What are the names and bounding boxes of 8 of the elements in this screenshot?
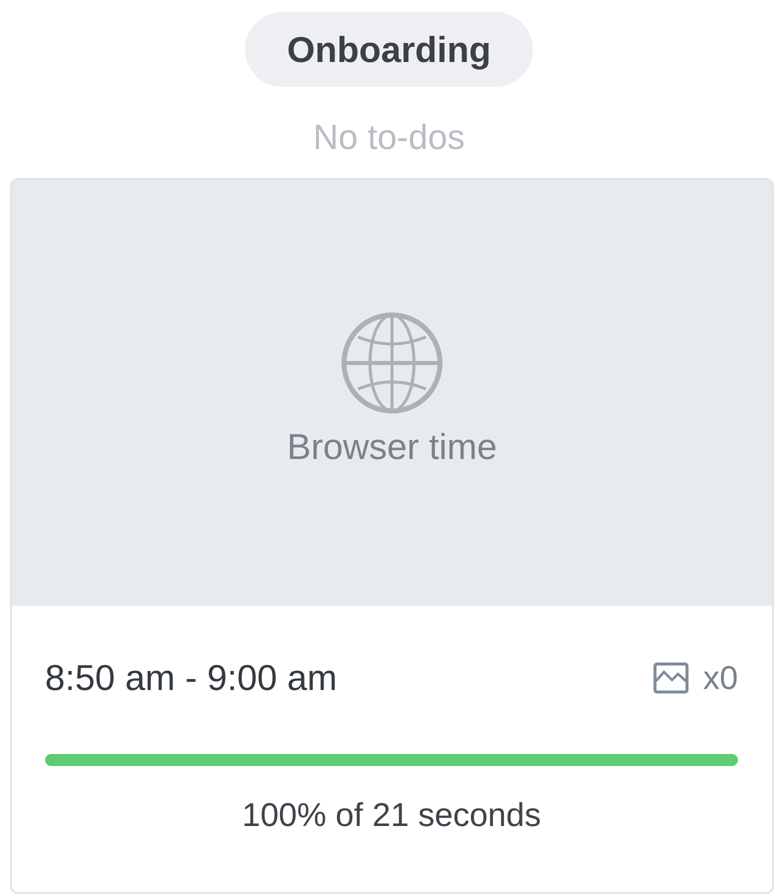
empty-state-text: No to-dos: [313, 117, 465, 159]
globe-icon: [340, 310, 444, 414]
screenshot-count: x0: [703, 658, 738, 698]
preview-label: Browser time: [286, 424, 498, 468]
image-icon: [653, 662, 690, 694]
group-label: Onboarding: [245, 12, 533, 87]
time-range: 8:50 am - 9:00 am: [45, 656, 338, 699]
progress-caption: 100% of 21 seconds: [240, 795, 542, 835]
